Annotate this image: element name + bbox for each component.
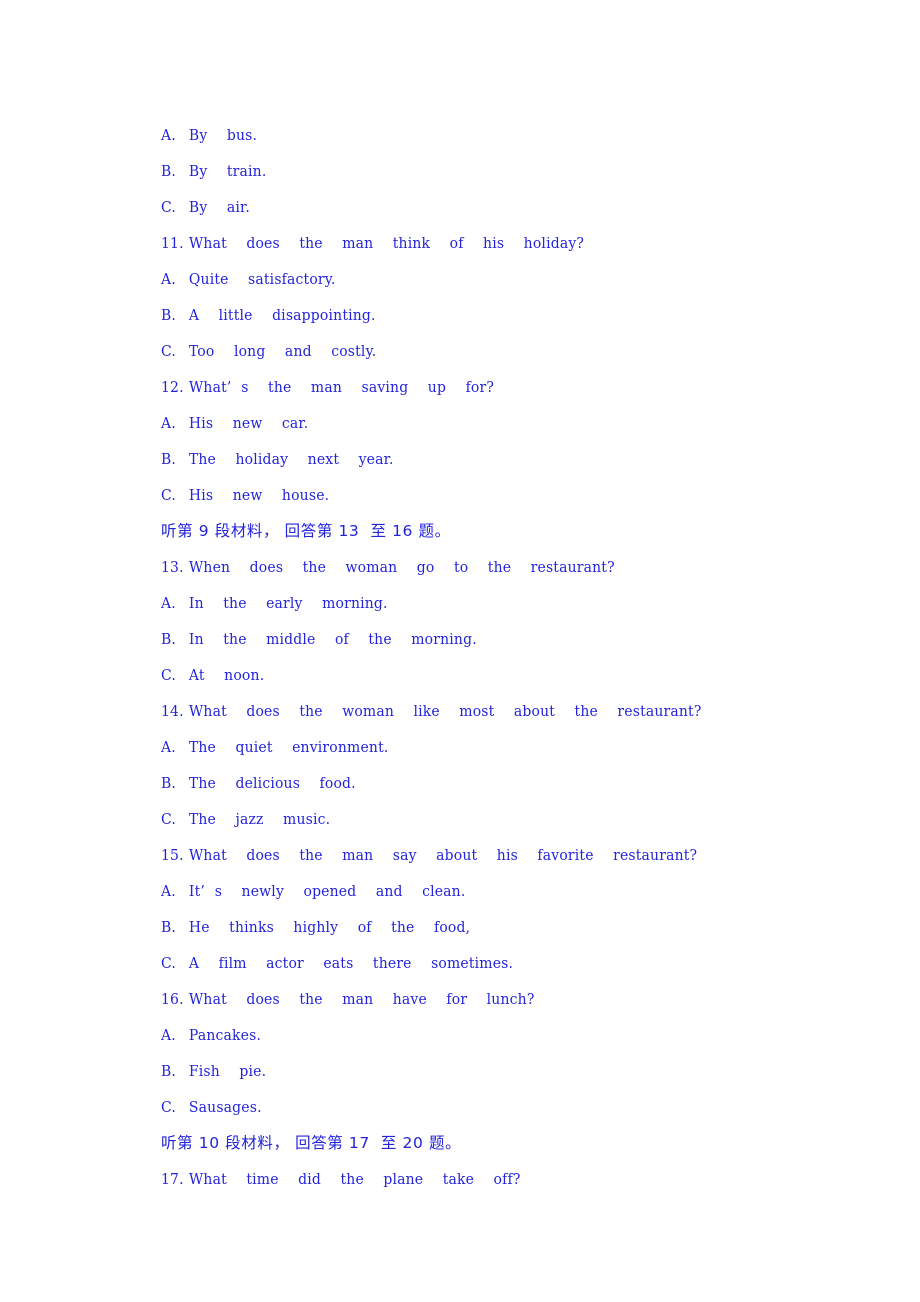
option-label: A. — [161, 414, 176, 432]
option-label: B. — [161, 774, 177, 792]
section-header-text: 听第 9 段材料， 回答第 13 至 16 题。 — [161, 522, 451, 540]
option-line: A. Pancakes. — [161, 1017, 719, 1053]
option-line: A. It’ s newly opened and clean. — [161, 873, 719, 909]
option-label: C. — [161, 1098, 176, 1116]
option-line: C. Too long and costly. — [161, 333, 719, 369]
option-line: B. A little disappointing. — [161, 297, 719, 333]
question-number: 17. — [161, 1170, 184, 1188]
option-line: A. By bus. — [161, 117, 719, 153]
question-line: 11. What does the man think of his holida… — [161, 225, 719, 261]
section-header: 听第 9 段材料， 回答第 13 至 16 题。 — [161, 513, 761, 549]
option-label: B. — [161, 1062, 177, 1080]
option-text: Sausages. — [188, 1098, 262, 1116]
question-list: A. By bus. B. By train. C. By air. 11. What doe… — [161, 117, 761, 1197]
option-line: A. The quiet environment. — [161, 729, 719, 765]
question-line: 13. When does the woman go to the restaur… — [161, 549, 719, 585]
option-label: B. — [161, 918, 177, 936]
question-text: What’ s the man saving up for? — [188, 378, 495, 396]
option-text: In the middle of the morning. — [188, 630, 477, 648]
option-text: A film actor eats there sometimes. — [188, 954, 514, 972]
question-line: 12. What’ s the man saving up for? — [161, 369, 719, 405]
option-text: By air. — [188, 198, 250, 216]
option-text: Fish pie. — [188, 1062, 267, 1080]
option-label: B. — [161, 450, 177, 468]
option-text: The quiet environment. — [188, 738, 389, 756]
option-text: The holiday next year. — [188, 450, 394, 468]
option-label: B. — [161, 306, 177, 324]
option-label: A. — [161, 1026, 176, 1044]
question-number: 16. — [161, 990, 184, 1008]
option-line: B. In the middle of the morning. — [161, 621, 719, 657]
option-label: C. — [161, 342, 176, 360]
option-text: The jazz music. — [188, 810, 331, 828]
option-text: His new house. — [188, 486, 330, 504]
option-line: B. The holiday next year. — [161, 441, 719, 477]
option-line: B. The delicious food. — [161, 765, 719, 801]
option-label: B. — [161, 630, 177, 648]
question-text: What does the man have for lunch? — [188, 990, 535, 1008]
option-label: A. — [161, 882, 176, 900]
question-number: 15. — [161, 846, 184, 864]
option-text: Quite satisfactory. — [188, 270, 336, 288]
question-text: What does the woman like most about the … — [188, 702, 702, 720]
section-header-text: 听第 10 段材料， 回答第 17 至 20 题。 — [161, 1134, 462, 1152]
option-text: It’ s newly opened and clean. — [188, 882, 466, 900]
option-line: A. In the early morning. — [161, 585, 719, 621]
option-label: A. — [161, 270, 176, 288]
option-label: C. — [161, 810, 176, 828]
option-line: C. By air. — [161, 189, 719, 225]
option-text: In the early morning. — [188, 594, 388, 612]
option-label: C. — [161, 486, 176, 504]
option-line: A. Quite satisfactory. — [161, 261, 719, 297]
option-line: C. At noon. — [161, 657, 719, 693]
option-text: Pancakes. — [188, 1026, 262, 1044]
question-number: 13. — [161, 558, 184, 576]
option-label: A. — [161, 126, 176, 144]
option-line: B. By train. — [161, 153, 719, 189]
option-text: The delicious food. — [188, 774, 356, 792]
option-label: C. — [161, 666, 176, 684]
option-text: By train. — [188, 162, 267, 180]
option-line: C. His new house. — [161, 477, 719, 513]
option-line: C. Sausages. — [161, 1089, 719, 1125]
option-label: C. — [161, 198, 176, 216]
option-text: By bus. — [188, 126, 258, 144]
option-line: C. The jazz music. — [161, 801, 719, 837]
question-line: 16. What does the man have for lunch? — [161, 981, 719, 1017]
question-number: 11. — [161, 234, 184, 252]
option-line: B. He thinks highly of the food, — [161, 909, 719, 945]
question-line: 17. What time did the plane take off? — [161, 1161, 719, 1197]
question-number: 12. — [161, 378, 184, 396]
option-text: He thinks highly of the food, — [188, 918, 471, 936]
option-line: B. Fish pie. — [161, 1053, 719, 1089]
question-text: What does the man think of his holiday? — [188, 234, 585, 252]
option-label: A. — [161, 738, 176, 756]
option-label: A. — [161, 594, 176, 612]
question-number: 14. — [161, 702, 184, 720]
option-label: B. — [161, 162, 177, 180]
option-line: C. A film actor eats there sometimes. — [161, 945, 719, 981]
document-page: A. By bus. B. By train. C. By air. 11. What doe… — [0, 0, 920, 1302]
option-text: Too long and costly. — [188, 342, 377, 360]
option-text: His new car. — [188, 414, 309, 432]
question-line: 14. What does the woman like most about t… — [161, 693, 719, 729]
question-text: When does the woman go to the restaurant… — [188, 558, 615, 576]
question-line: 15. What does the man say about his favor… — [161, 837, 719, 873]
option-label: C. — [161, 954, 176, 972]
option-text: A little disappointing. — [188, 306, 376, 324]
question-text: What time did the plane take off? — [188, 1170, 521, 1188]
option-line: A. His new car. — [161, 405, 719, 441]
question-text: What does the man say about his favorite… — [188, 846, 698, 864]
option-text: At noon. — [188, 666, 265, 684]
section-header: 听第 10 段材料， 回答第 17 至 20 题。 — [161, 1125, 761, 1161]
